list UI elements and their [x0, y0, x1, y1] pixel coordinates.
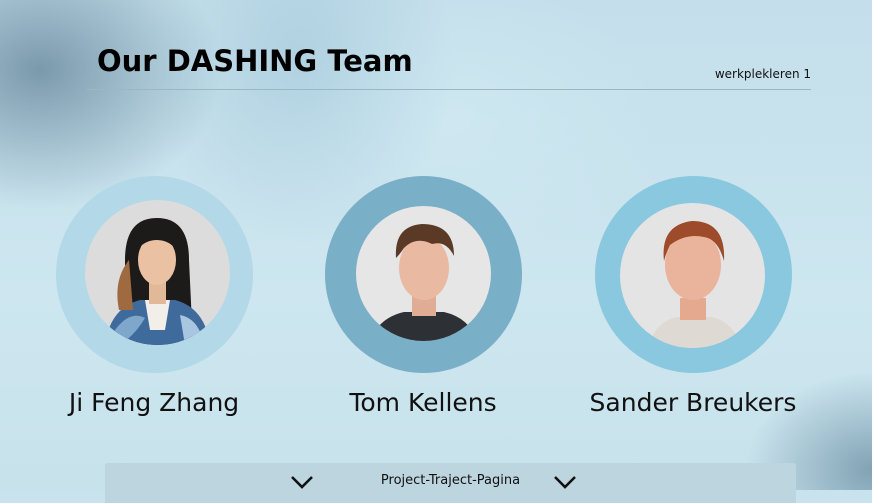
avatar	[85, 200, 230, 345]
chevron-down-icon[interactable]	[552, 475, 578, 489]
avatar	[356, 206, 491, 341]
member-name: Sander Breukers	[589, 388, 797, 417]
member-name: Ji Feng Zhang	[68, 388, 240, 417]
project-page-link[interactable]: Project-Traject-Pagina	[105, 473, 796, 488]
page-title: Our DASHING Team	[97, 44, 413, 78]
page-subtitle: werkplekleren 1	[714, 67, 811, 81]
avatar	[620, 203, 765, 348]
member-name: Tom Kellens	[349, 388, 497, 417]
header-divider	[86, 89, 811, 90]
project-page-bar[interactable]: Project-Traject-Pagina	[105, 463, 796, 503]
